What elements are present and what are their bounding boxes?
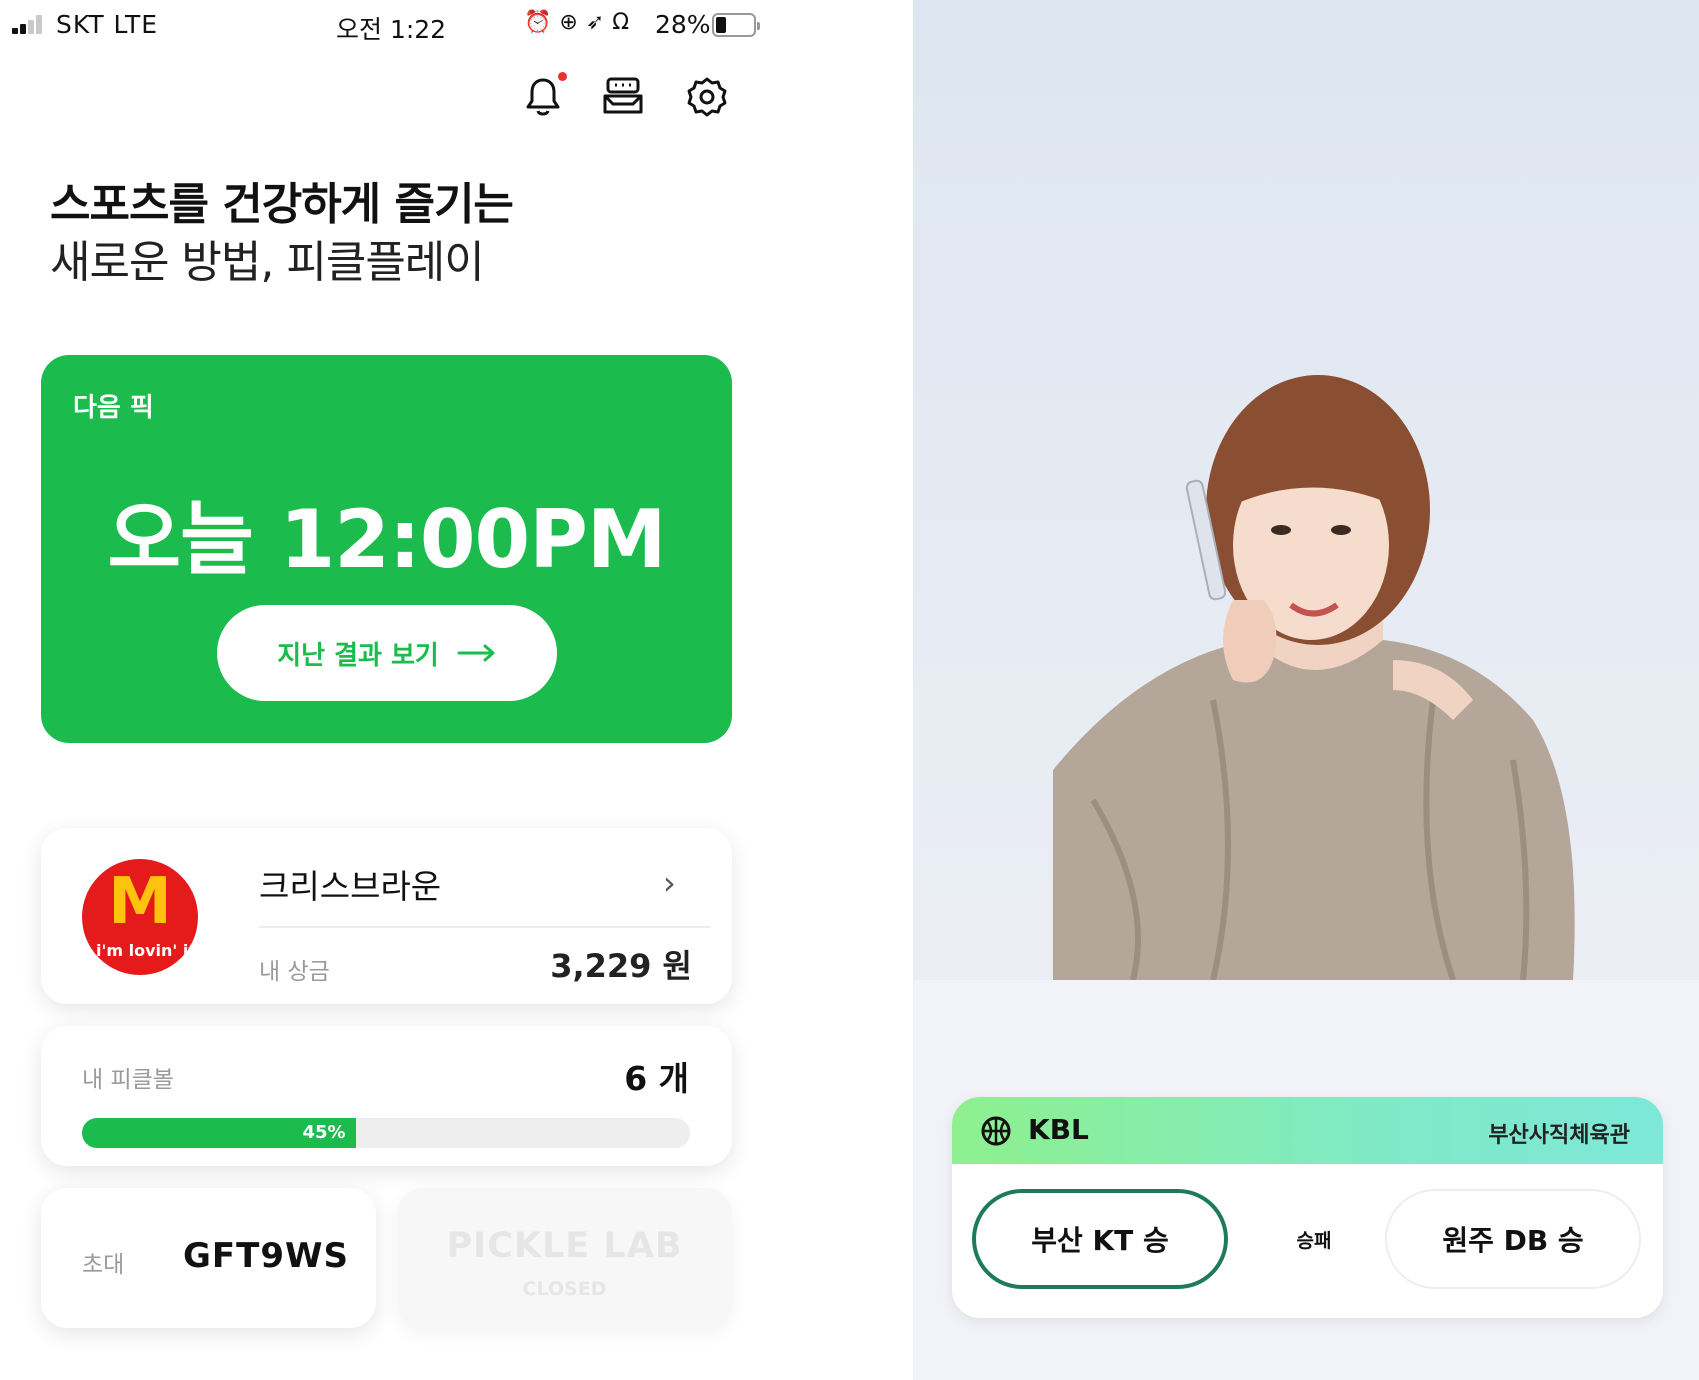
pick-home-button[interactable]: 부산 KT 승	[972, 1189, 1228, 1289]
venue-name: 부산사직체육관	[1488, 1123, 1630, 1148]
prize-value: 3,229 원	[550, 947, 692, 985]
basketball-icon	[981, 1116, 1011, 1146]
headphones-icon: Ω	[612, 10, 630, 35]
sponsor-logo: M i'm lovin' it	[82, 859, 198, 975]
past-results-label: 지난 결과 보기	[277, 640, 439, 671]
pick-label: 승패	[1296, 1229, 1332, 1252]
pickle-lab-card: PICKLE LAB CLOSED	[397, 1188, 732, 1328]
invite-card[interactable]: 초대 GFT9WS	[41, 1188, 376, 1328]
headline-line2: 새로운 방법, 피클플레이	[50, 237, 485, 288]
status-icons: ⏰ ⊕ ➶ Ω	[524, 10, 629, 35]
invite-label: 초대	[82, 1252, 125, 1278]
prize-name: 크리스브라운	[259, 867, 442, 906]
prediction-card-header: KBL 부산사직체육관	[952, 1097, 1663, 1164]
logo-slogan: i'm lovin' it	[96, 941, 197, 960]
status-bar: SKT LTE 오전 1:22 ⏰ ⊕ ➶ Ω 28%	[0, 0, 913, 52]
page-title: 스포츠를 건강하게 즐기는 새로운 방법, 피클플레이	[50, 176, 514, 292]
video-frame: KBL 부산사직체육관 부산 KT 승 승패 원주 DB 승	[913, 0, 1699, 1380]
chevron-right-icon[interactable]: ›	[663, 864, 676, 902]
pick-away-button[interactable]: 원주 DB 승	[1385, 1189, 1641, 1289]
prize-label: 내 상금	[259, 959, 330, 985]
gear-icon[interactable]	[684, 74, 730, 120]
battery-percent: 28%	[655, 10, 711, 39]
location-icon: ➶	[585, 10, 605, 35]
inbox-icon[interactable]	[600, 74, 646, 120]
past-results-button[interactable]: 지난 결과 보기	[217, 605, 557, 701]
clock: 오전 1:22	[336, 15, 447, 44]
notification-dot	[558, 72, 567, 81]
pickleball-count: 6 개	[624, 1059, 689, 1098]
carrier-label: SKT LTE	[56, 10, 159, 39]
invite-code: GFT9WS	[183, 1236, 349, 1276]
arrow-right-icon	[457, 644, 495, 662]
headline-line1: 스포츠를 건강하게 즐기는	[50, 179, 514, 230]
pickle-lab-title: PICKLE LAB	[446, 1226, 683, 1266]
pickle-lab-status: CLOSED	[522, 1278, 607, 1300]
progress-bar: 45%	[82, 1118, 690, 1148]
league-name: KBL	[1028, 1113, 1089, 1146]
next-pick-label: 다음 픽	[73, 393, 154, 423]
pickleball-card: 내 피클볼 6 개 45%	[41, 1026, 732, 1166]
bell-icon[interactable]	[520, 72, 567, 120]
next-pick-time: 오늘 12:00PM	[107, 493, 667, 586]
prize-card[interactable]: M i'm lovin' it 크리스브라운 › 내 상금 3,229 원	[41, 828, 732, 1004]
divider	[259, 926, 711, 928]
battery-icon	[712, 13, 760, 37]
progress-fill: 45%	[82, 1118, 356, 1148]
m-logo-icon: M	[108, 865, 172, 939]
prediction-card: KBL 부산사직체육관 부산 KT 승 승패 원주 DB 승	[952, 1097, 1663, 1318]
rotation-lock-icon: ⊕	[559, 10, 578, 35]
app-screen: SKT LTE 오전 1:22 ⏰ ⊕ ➶ Ω 28% 스포츠를 건강하게 즐기…	[0, 0, 913, 1380]
next-pick-card: 다음 픽 오늘 12:00PM 지난 결과 보기	[41, 355, 732, 743]
signal-icon	[12, 14, 46, 34]
header-actions	[520, 72, 740, 124]
alarm-icon: ⏰	[524, 10, 552, 35]
pickleball-label: 내 피클볼	[82, 1067, 174, 1093]
progress-text: 45%	[302, 1122, 346, 1143]
